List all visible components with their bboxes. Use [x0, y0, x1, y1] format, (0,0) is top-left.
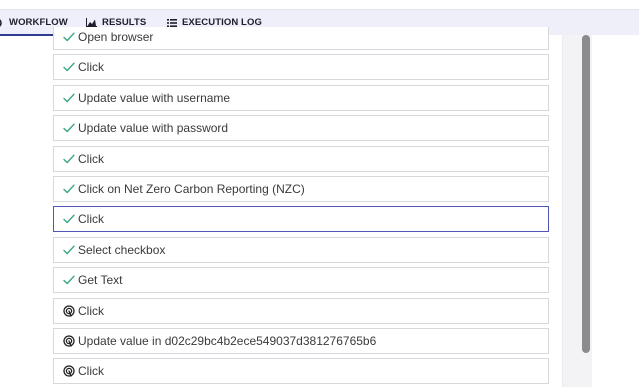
check-icon — [62, 122, 75, 135]
workflow-step-label: Get Text — [78, 273, 123, 288]
check-icon — [62, 243, 75, 256]
workflow-step-row[interactable]: Click — [53, 54, 549, 81]
check-icon — [62, 152, 75, 165]
workflow-step-label: Click — [78, 364, 104, 379]
workflow-step-row[interactable]: Update value with username — [53, 84, 549, 111]
workflow-step-row[interactable]: Click — [53, 297, 549, 324]
workflow-step-row[interactable]: Select checkbox — [53, 236, 549, 263]
check-icon — [62, 91, 75, 104]
list-icon — [167, 18, 177, 27]
check-icon — [62, 183, 75, 196]
workflow-step-row[interactable]: Click on Net Zero Carbon Reporting (NZC) — [53, 176, 549, 202]
workflow-step-row[interactable]: Click — [53, 145, 549, 172]
fingerprint-icon — [62, 335, 75, 348]
check-icon — [62, 274, 75, 287]
workflow-icon — [0, 18, 4, 28]
check-icon — [62, 213, 75, 226]
workflow-step-row[interactable]: Update value in d02c29bc4b2ece549037d381… — [53, 328, 549, 354]
workflow-step-label: Click on Net Zero Carbon Reporting (NZC) — [78, 182, 305, 196]
workflow-step-label: Update value with password — [78, 121, 229, 136]
workflow-step-label: Click — [78, 60, 104, 75]
workflow-step-label: Click — [78, 151, 104, 166]
top-strip — [0, 0, 639, 9]
workflow-step-label: Select checkbox — [78, 242, 166, 257]
fingerprint-icon — [62, 304, 75, 317]
workflow-step-row[interactable]: Update value with password — [53, 115, 549, 142]
workflow-step-label: Open browser — [78, 30, 154, 44]
chart-icon — [86, 18, 97, 27]
workflow-step-row[interactable]: Click — [53, 206, 549, 233]
check-icon — [62, 61, 75, 74]
scrollbar-thumb[interactable] — [582, 35, 590, 353]
workflow-step-row[interactable]: Get Text — [53, 267, 549, 294]
workflow-step-label: Click — [78, 303, 104, 318]
workflow-step-label: Update value in d02c29bc4b2ece549037d381… — [78, 334, 377, 348]
check-icon — [62, 31, 75, 44]
workflow-step-row[interactable]: Open browser — [53, 27, 549, 50]
workflow-step-row[interactable]: Click — [53, 358, 549, 385]
workflow-step-label: Click — [78, 212, 104, 227]
workflow-step-list: Open browser Click Update value with usern… — [53, 27, 549, 387]
fingerprint-icon — [62, 365, 75, 378]
workflow-step-label: Update value with username — [78, 90, 231, 105]
